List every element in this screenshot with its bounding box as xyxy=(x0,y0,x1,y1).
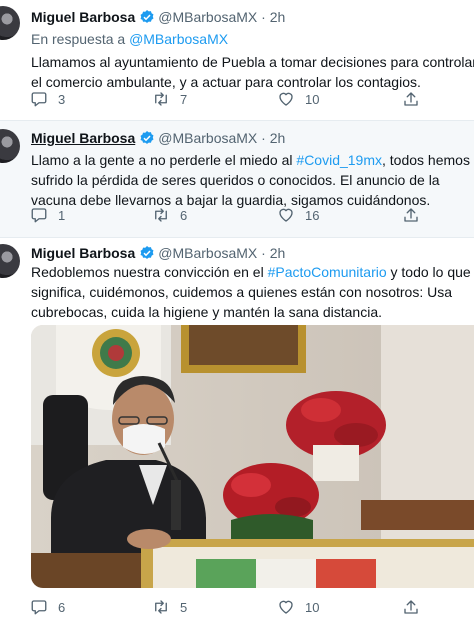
author-handle[interactable]: @MBarbosaMX xyxy=(158,9,257,25)
hashtag-link[interactable]: #Covid_19mx xyxy=(296,152,382,168)
author-name[interactable]: Miguel Barbosa xyxy=(31,245,135,261)
author-name[interactable]: Miguel Barbosa xyxy=(31,130,135,146)
reply-count: 6 xyxy=(58,599,66,615)
tweet-timestamp[interactable]: 2h xyxy=(270,130,286,146)
heart-icon xyxy=(279,92,293,106)
tweet-3[interactable]: Miguel Barbosa @MBarbosaMX · 2h Redoblemo… xyxy=(0,238,474,632)
reply-button[interactable]: 1 xyxy=(30,206,65,224)
share-icon xyxy=(404,208,418,222)
avatar[interactable] xyxy=(0,129,20,163)
retweet-button[interactable]: 7 xyxy=(152,90,187,108)
text-part: Llamo a la gente a no perderle el miedo … xyxy=(31,152,297,168)
separator-dot: · xyxy=(261,245,266,261)
tweet-text: Redoblemos nuestra convicción en el #Pac… xyxy=(31,262,474,322)
retweet-count: 7 xyxy=(180,91,188,107)
retweet-button[interactable]: 6 xyxy=(152,206,187,224)
photo-illustration xyxy=(31,325,474,588)
share-icon xyxy=(404,600,418,614)
reply-icon xyxy=(31,208,47,223)
retweet-icon xyxy=(155,92,167,106)
tweet-actions: 1 6 16 xyxy=(30,206,430,226)
like-count: 16 xyxy=(305,207,320,223)
hashtag-link[interactable]: #PactoComunitario xyxy=(268,264,387,280)
retweet-icon xyxy=(155,600,167,614)
like-button[interactable]: 16 xyxy=(277,206,319,224)
text-part: Redoblemos nuestra convicción en el xyxy=(31,264,268,280)
share-button[interactable] xyxy=(402,206,420,224)
heart-icon xyxy=(279,600,293,614)
share-button[interactable] xyxy=(402,598,420,616)
tweet-2[interactable]: Miguel Barbosa @MBarbosaMX · 2h Llamo a l… xyxy=(0,121,474,238)
author-name[interactable]: Miguel Barbosa xyxy=(31,9,135,25)
tweet-text: Llamamos al ayuntamiento de Puebla a tom… xyxy=(31,54,474,90)
reply-button[interactable]: 3 xyxy=(30,90,65,108)
like-count: 10 xyxy=(305,599,320,615)
tweet-header: Miguel Barbosa @MBarbosaMX · 2h xyxy=(31,245,285,261)
like-button[interactable]: 10 xyxy=(277,90,319,108)
separator-dot: · xyxy=(261,9,266,25)
tweet-photo[interactable] xyxy=(31,325,474,588)
tweet-header: Miguel Barbosa @MBarbosaMX · 2h xyxy=(31,9,285,25)
reply-count: 3 xyxy=(58,91,66,107)
like-count: 10 xyxy=(305,91,320,107)
reply-count: 1 xyxy=(58,207,66,223)
reply-context: En respuesta a @MBarbosaMX xyxy=(31,31,228,47)
verified-badge-icon xyxy=(140,131,154,144)
retweet-count: 5 xyxy=(180,599,188,615)
tweet-timestamp[interactable]: 2h xyxy=(270,245,286,261)
retweet-count: 6 xyxy=(180,207,188,223)
share-icon xyxy=(404,92,418,106)
heart-icon xyxy=(279,208,293,222)
retweet-button[interactable]: 5 xyxy=(152,598,187,616)
verified-badge-icon xyxy=(140,10,154,23)
tweet-actions: 6 5 10 xyxy=(30,598,430,618)
reply-icon xyxy=(31,92,47,107)
separator-dot: · xyxy=(261,130,266,146)
avatar[interactable] xyxy=(0,244,20,278)
retweet-icon xyxy=(155,208,167,222)
verified-badge-icon xyxy=(140,246,154,259)
tweet-actions: 3 7 10 xyxy=(30,90,430,110)
tweet-header: Miguel Barbosa @MBarbosaMX · 2h xyxy=(31,130,285,146)
tweet-text: Llamo a la gente a no perderle el miedo … xyxy=(31,150,474,210)
tweet-1[interactable]: Miguel Barbosa @MBarbosaMX · 2h En respue… xyxy=(0,0,474,121)
reply-prefix: En respuesta a xyxy=(31,31,126,47)
author-handle[interactable]: @MBarbosaMX xyxy=(158,130,257,146)
reply-icon xyxy=(31,600,47,615)
author-handle[interactable]: @MBarbosaMX xyxy=(158,245,257,261)
reply-button[interactable]: 6 xyxy=(30,598,65,616)
share-button[interactable] xyxy=(402,90,420,108)
reply-mention-link[interactable]: @MBarbosaMX xyxy=(129,31,228,47)
tweet-timestamp[interactable]: 2h xyxy=(270,9,286,25)
like-button[interactable]: 10 xyxy=(277,598,319,616)
avatar[interactable] xyxy=(0,6,20,40)
